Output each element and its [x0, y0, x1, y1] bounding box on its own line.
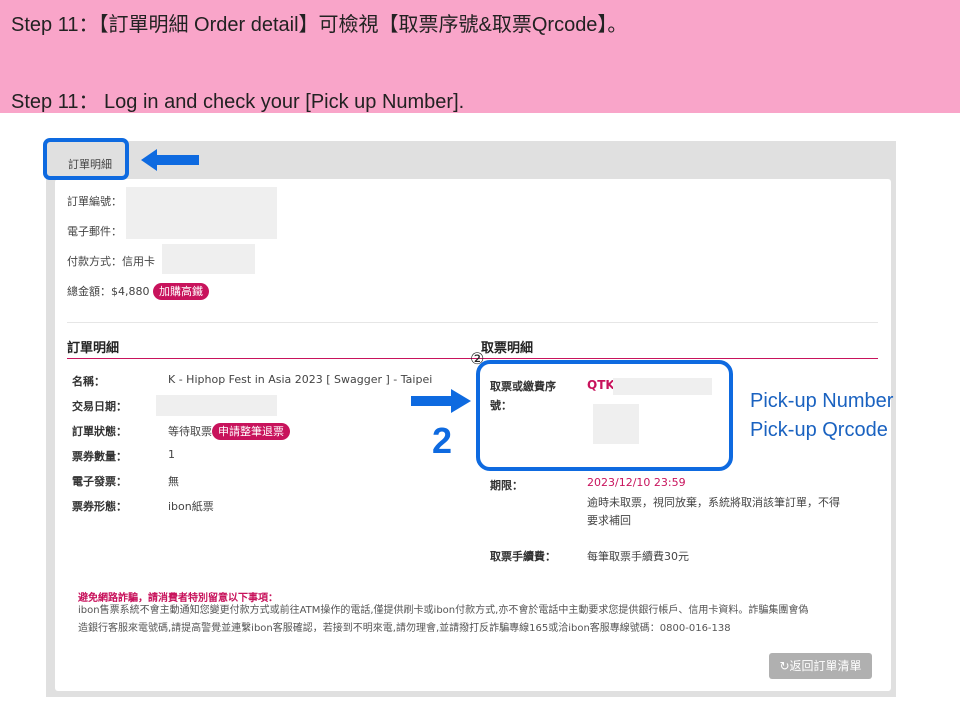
fee-label: 取票手續費： — [490, 550, 556, 563]
detail-label-status: 訂單狀態： — [72, 425, 127, 438]
instruction-banner: Step 11：【訂單明細 Order detail】可檢視【取票序號&取票Qr… — [0, 0, 960, 113]
deadline-note-1: 逾時未取票，視同放棄，系統將取消該筆訂單，不得 — [587, 496, 840, 509]
banner-line-1: Step 11：【訂單明細 Order detail】可檢視【取票序號&取票Qr… — [11, 14, 628, 36]
refresh-icon: ↻ — [779, 659, 790, 673]
tab-highlight-box — [43, 138, 129, 180]
pickup-detail-title: 取票明細 — [481, 341, 534, 356]
deadline-label: 期限： — [490, 479, 523, 492]
back-to-orders-button[interactable]: ↻返回訂單清單 — [769, 653, 872, 679]
step-number: 2 — [432, 420, 453, 461]
pickup-highlight-box — [476, 360, 733, 471]
pickup-number-annotation: Pick-up Number — [750, 390, 894, 412]
redacted-date — [156, 395, 277, 416]
detail-value-ticket-type: ibon紙票 — [168, 500, 214, 513]
payment-method: 付款方式：信用卡 — [67, 255, 155, 268]
detail-value-name: K - Hiphop Fest in Asia 2023 [ Swagger ]… — [168, 373, 433, 386]
detail-label-quantity: 票券數量： — [72, 450, 127, 463]
redacted-order-info — [126, 187, 277, 239]
detail-label-ticket-type: 票券形態： — [72, 500, 127, 513]
detail-label-invoice: 電子發票： — [72, 475, 127, 488]
order-detail-title: 訂單明細 — [67, 341, 120, 356]
status-text: 等待取票 — [168, 425, 212, 438]
warning-line-1: ibon售票系統不會主動通知您變更付款方式或前往ATM操作的電話,僅提供刷卡或i… — [78, 605, 809, 616]
detail-value-quantity: 1 — [168, 448, 175, 461]
arrow-right-icon — [411, 389, 471, 413]
upsell-badge[interactable]: 加購高鐵 — [153, 283, 209, 300]
detail-value-invoice: 無 — [168, 475, 179, 488]
arrow-left-icon — [141, 149, 199, 171]
pickup-qrcode-annotation: Pick-up Qrcode — [750, 419, 888, 441]
detail-label-name: 名稱： — [72, 375, 105, 388]
divider — [67, 322, 878, 323]
redacted-payment-info — [162, 244, 255, 274]
order-number-label: 訂單編號： — [67, 195, 122, 208]
circled-number: ② — [470, 349, 485, 368]
detail-label-date: 交易日期： — [72, 400, 127, 413]
total-amount-text: 總金額：$4,880 — [67, 285, 150, 298]
banner-line-2: Step 11： Log in and check your [Pick up … — [11, 91, 465, 113]
fee-value: 每筆取票手續費30元 — [587, 550, 689, 563]
warning-line-2: 造銀行客服來電號碼,請提高警覺並連繫ibon客服確認，若接到不明來電,請勿理會,… — [78, 623, 731, 634]
detail-value-status: 等待取票 申請整筆退票 — [168, 423, 290, 440]
total-amount: 總金額：$4,880 加購高鐵 — [67, 283, 209, 300]
deadline-note-2: 要求補回 — [587, 514, 631, 527]
back-button-label: 返回訂單清單 — [789, 659, 862, 673]
deadline-value: 2023/12/10 23:59 — [587, 476, 686, 489]
email-label: 電子郵件： — [67, 225, 122, 238]
refund-button[interactable]: 申請整筆退票 — [212, 423, 290, 440]
